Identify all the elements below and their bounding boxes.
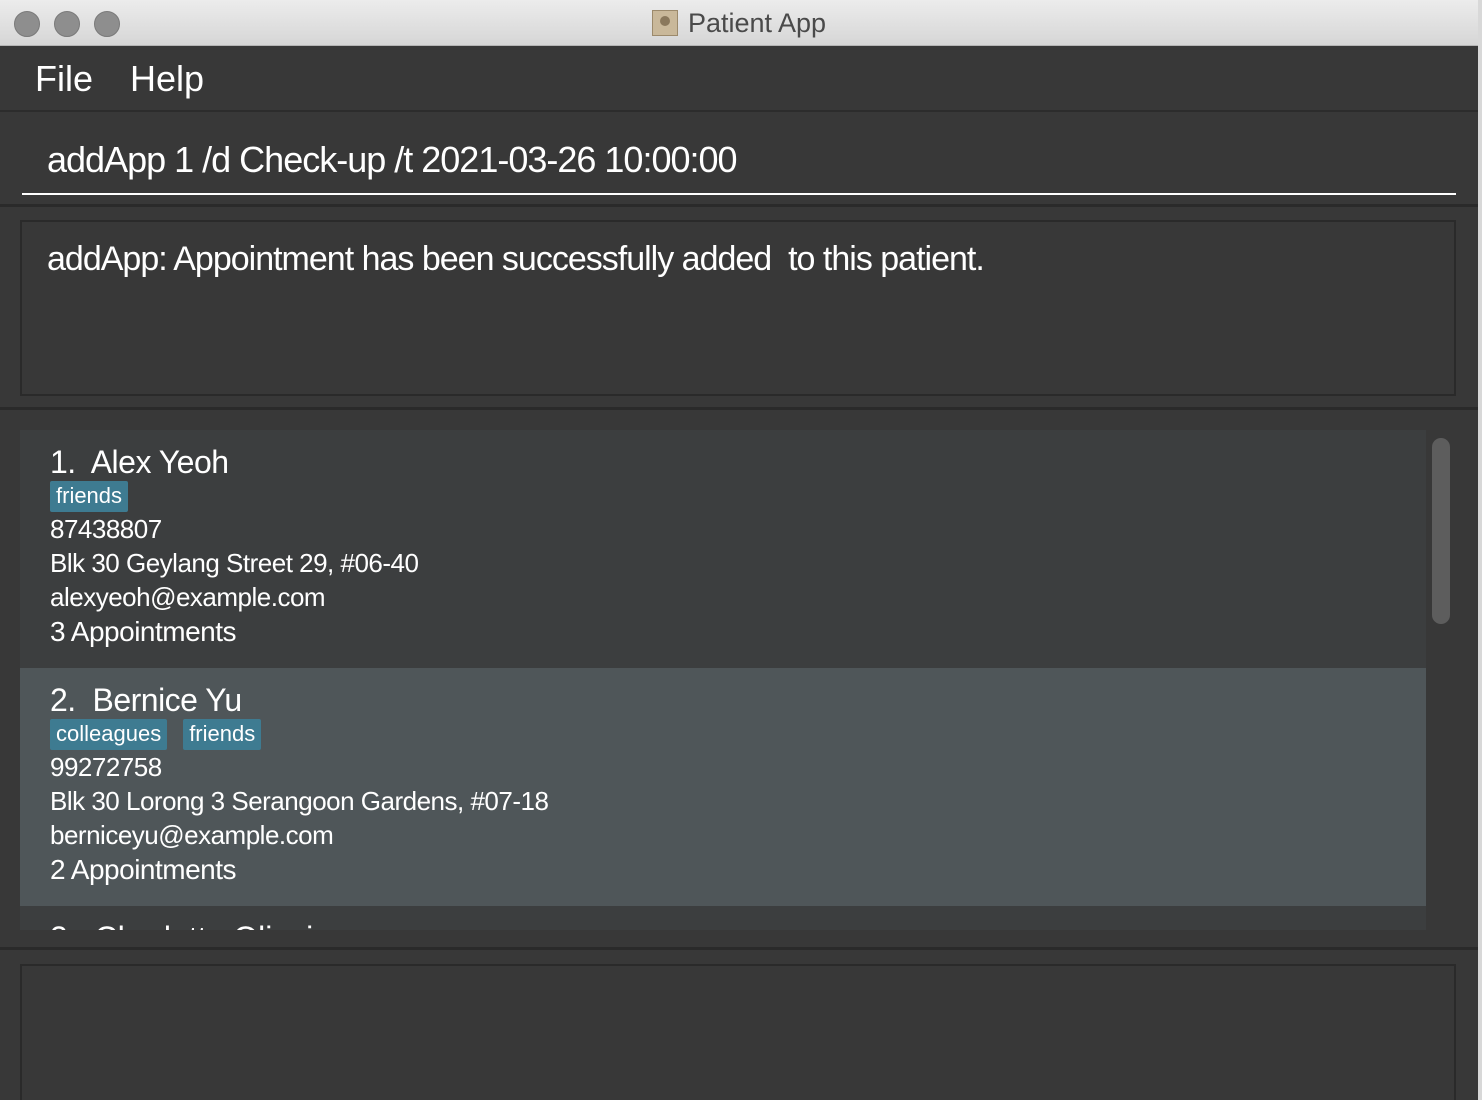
scroll-thumb[interactable] <box>1432 438 1450 624</box>
command-input[interactable]: addApp 1 /d Check-up /t 2021-03-26 10:00… <box>22 112 1456 195</box>
status-bar-area <box>0 950 1478 1100</box>
menu-help[interactable]: Help <box>130 58 204 100</box>
window-title-text: Patient App <box>687 7 827 38</box>
patient-list[interactable]: 1. Alex Yeoh friends 87438807 Blk 30 Gey… <box>20 430 1426 930</box>
tag-list: colleagues friends <box>50 719 262 750</box>
patient-name: 1. Alex Yeoh <box>50 444 229 480</box>
tag-list: friends <box>50 481 129 512</box>
patient-list-panel: 1. Alex Yeoh friends 87438807 Blk 30 Gey… <box>0 410 1478 950</box>
command-area: addApp 1 /d Check-up /t 2021-03-26 10:00… <box>0 112 1478 207</box>
patient-card[interactable]: 1. Alex Yeoh friends 87438807 Blk 30 Gey… <box>20 430 1426 668</box>
result-display: addApp: Appointment has been successfull… <box>20 220 1456 396</box>
window-title: Patient App <box>0 0 1478 46</box>
command-input-text[interactable]: addApp 1 /d Check-up /t 2021-03-26 10:00… <box>47 139 738 181</box>
tag-badge: colleagues <box>50 719 168 750</box>
menu-file[interactable]: File <box>35 58 93 100</box>
patient-email: berniceyu@example.com <box>50 820 334 850</box>
patient-phone: 87438807 <box>50 514 162 544</box>
patient-card[interactable]: 3. Charlotte Oliveiro <box>20 906 1426 930</box>
patient-card-selected[interactable]: 2. Bernice Yu colleagues friends 9927275… <box>20 668 1426 906</box>
patient-appointments: 3 Appointments <box>50 616 237 647</box>
address-book-icon <box>651 10 678 36</box>
patient-appointments: 2 Appointments <box>50 854 237 885</box>
status-bar <box>20 964 1456 1100</box>
result-message: addApp: Appointment has been successfull… <box>47 240 985 278</box>
result-area: addApp: Appointment has been successfull… <box>0 207 1478 410</box>
title-bar[interactable]: Patient App <box>0 0 1478 46</box>
patient-email: alexyeoh@example.com <box>50 582 326 612</box>
patient-address: Blk 30 Lorong 3 Serangoon Gardens, #07-1… <box>50 786 549 816</box>
patient-name: 3. Charlotte Oliveiro <box>50 920 342 930</box>
patient-address: Blk 30 Geylang Street 29, #06-40 <box>50 548 419 578</box>
window-edge <box>1478 0 1482 1100</box>
patient-phone: 99272758 <box>50 752 162 782</box>
app-window: Patient App File Help addApp 1 /d Check-… <box>0 0 1478 1100</box>
menu-bar: File Help <box>0 46 1478 112</box>
patient-name: 2. Bernice Yu <box>50 682 242 718</box>
tag-badge: friends <box>50 481 129 512</box>
tag-badge: friends <box>183 719 262 750</box>
list-scrollbar[interactable] <box>1426 430 1456 930</box>
